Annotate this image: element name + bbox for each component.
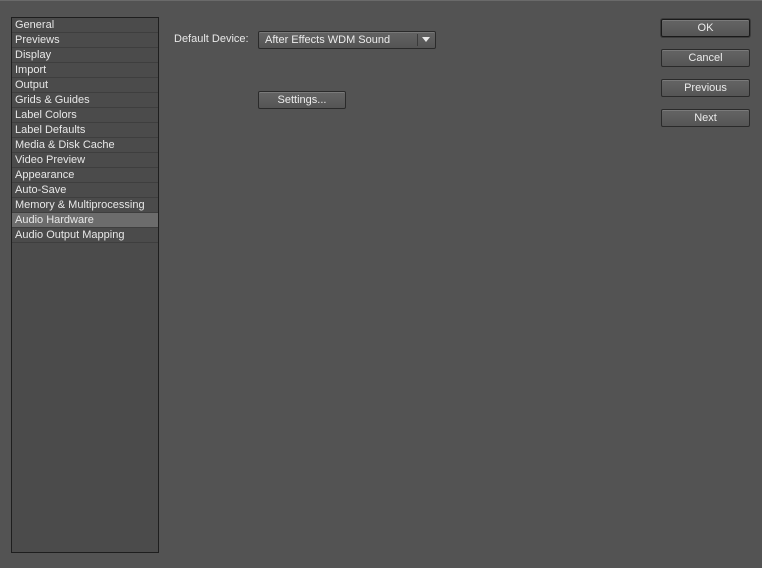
sidebar-item-video-preview[interactable]: Video Preview: [12, 153, 158, 168]
preferences-dialog: General Previews Display Import Output G…: [0, 0, 762, 568]
sidebar-item-media-disk-cache[interactable]: Media & Disk Cache: [12, 138, 158, 153]
default-device-label: Default Device:: [174, 33, 249, 45]
sidebar-item-output[interactable]: Output: [12, 78, 158, 93]
sidebar-item-label-defaults[interactable]: Label Defaults: [12, 123, 158, 138]
ok-button[interactable]: OK: [661, 19, 750, 37]
sidebar-item-auto-save[interactable]: Auto-Save: [12, 183, 158, 198]
sidebar-item-label-colors[interactable]: Label Colors: [12, 108, 158, 123]
sidebar-item-audio-hardware[interactable]: Audio Hardware: [12, 213, 158, 228]
sidebar-item-display[interactable]: Display: [12, 48, 158, 63]
default-device-value: After Effects WDM Sound: [265, 34, 391, 46]
sidebar-item-import[interactable]: Import: [12, 63, 158, 78]
sidebar-item-general[interactable]: General: [12, 18, 158, 33]
sidebar-item-audio-output-mapping[interactable]: Audio Output Mapping: [12, 228, 158, 243]
preferences-category-list[interactable]: General Previews Display Import Output G…: [11, 17, 159, 553]
settings-button[interactable]: Settings...: [258, 91, 346, 109]
sidebar-item-memory-multiprocessing[interactable]: Memory & Multiprocessing: [12, 198, 158, 213]
sidebar-item-previews[interactable]: Previews: [12, 33, 158, 48]
previous-button[interactable]: Previous: [661, 79, 750, 97]
dropdown-divider: [417, 34, 418, 46]
cancel-button[interactable]: Cancel: [661, 49, 750, 67]
default-device-dropdown[interactable]: After Effects WDM Sound: [258, 31, 436, 49]
triangle-down-icon: [422, 37, 430, 42]
sidebar-item-appearance[interactable]: Appearance: [12, 168, 158, 183]
sidebar-item-grids-guides[interactable]: Grids & Guides: [12, 93, 158, 108]
next-button[interactable]: Next: [661, 109, 750, 127]
